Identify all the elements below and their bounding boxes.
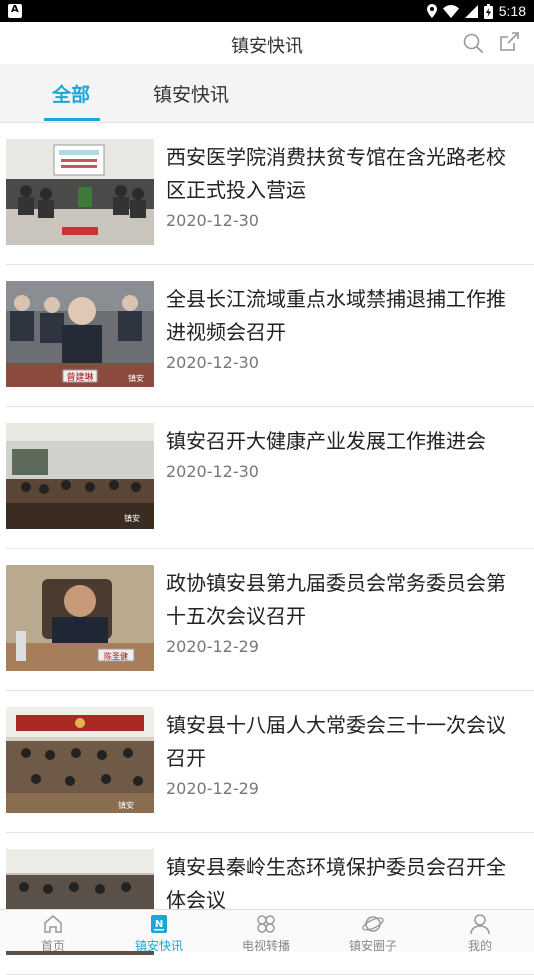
news-thumbnail: 陈圣健 — [6, 565, 154, 671]
svg-text:镇安: 镇安 — [124, 513, 140, 523]
news-item[interactable]: 镇安 镇安召开大健康产业发展工作推进会 2020-12-30 — [6, 407, 534, 549]
home-icon — [44, 915, 62, 933]
news-title: 全县长江流域重点水域禁捕退捕工作推进视频会召开 — [166, 287, 506, 344]
nav-circle[interactable]: 镇安圈子 — [320, 910, 426, 953]
nav-tv-broadcast[interactable]: 电视转播 — [213, 910, 319, 953]
svg-text:N: N — [155, 919, 163, 930]
news-title: 镇安县十八届人大常委会三十一次会议召开 — [166, 713, 506, 770]
watermark-text: 镇安 — [128, 373, 144, 383]
news-title: 政协镇安县第九届委员会常务委员会第十五次会议召开 — [166, 571, 506, 628]
svg-text:镇安: 镇安 — [118, 800, 134, 810]
news-item[interactable]: 西安医学院消费扶贫专馆在含光路老校区正式投入营运 2020-12-30 — [6, 123, 534, 265]
status-bar: A 5:18 — [0, 0, 534, 22]
news-date: 2020-12-30 — [166, 462, 259, 481]
title-bar: 镇安快讯 — [0, 22, 534, 65]
news-item[interactable]: 镇安 镇安县十八届人大常委会三十一次会议召开 2020-12-29 — [6, 691, 534, 833]
tab-zhenan-news[interactable]: 镇安快讯 — [153, 80, 229, 107]
news-title: 镇安县秦岭生态环境保护委员会召开全体会议 — [166, 855, 506, 912]
news-title: 镇安召开大健康产业发展工作推进会 — [166, 429, 486, 453]
news-item[interactable]: 陈圣健 政协镇安县第九届委员会常务委员会第十五次会议召开 2020-12-29 — [6, 549, 534, 691]
tab-all[interactable]: 全部 — [52, 80, 90, 107]
news-date: 2020-12-30 — [166, 353, 259, 372]
tv-broadcast-icon — [257, 915, 275, 933]
tab-bar: 全部 镇安快讯 — [0, 64, 534, 123]
nav-profile[interactable]: 我的 — [427, 910, 533, 953]
news-thumbnail: 镇安 — [6, 423, 154, 529]
news-thumbnail — [6, 139, 154, 245]
planet-icon — [362, 916, 384, 932]
bottom-nav: 首页 N 镇安快讯 电视转播 镇安圈子 我的 — [0, 909, 534, 953]
news-thumbnail: 曾建琳 镇安 — [6, 281, 154, 387]
news-item[interactable]: 曾建琳 镇安 全县长江流域重点水域禁捕退捕工作推进视频会召开 2020-12-3… — [6, 265, 534, 407]
clock: 5:18 — [498, 3, 526, 19]
share-icon[interactable] — [498, 31, 520, 53]
nav-news[interactable]: N 镇安快讯 — [106, 910, 212, 953]
cell-signal-icon — [464, 4, 478, 18]
news-icon: N — [151, 915, 167, 933]
location-icon — [426, 4, 437, 18]
battery-icon — [483, 3, 493, 19]
nameplate-text: 曾建琳 — [66, 371, 93, 383]
profile-icon — [470, 914, 490, 935]
notification-icon: A — [8, 4, 22, 18]
news-title: 西安医学院消费扶贫专馆在含光路老校区正式投入营运 — [166, 145, 506, 202]
search-icon[interactable] — [462, 32, 484, 54]
news-date: 2020-12-29 — [166, 779, 259, 798]
news-thumbnail: 镇安 — [6, 707, 154, 813]
active-tab-indicator — [44, 118, 100, 121]
news-date: 2020-12-30 — [166, 211, 259, 230]
page-title: 镇安快讯 — [231, 36, 303, 57]
svg-text:陈圣健: 陈圣健 — [104, 651, 128, 661]
wifi-icon — [442, 4, 459, 18]
news-date: 2020-12-29 — [166, 637, 259, 656]
nav-home[interactable]: 首页 — [0, 910, 106, 953]
news-list: 西安医学院消费扶贫专馆在含光路老校区正式投入营运 2020-12-30 曾建琳 … — [0, 123, 534, 975]
